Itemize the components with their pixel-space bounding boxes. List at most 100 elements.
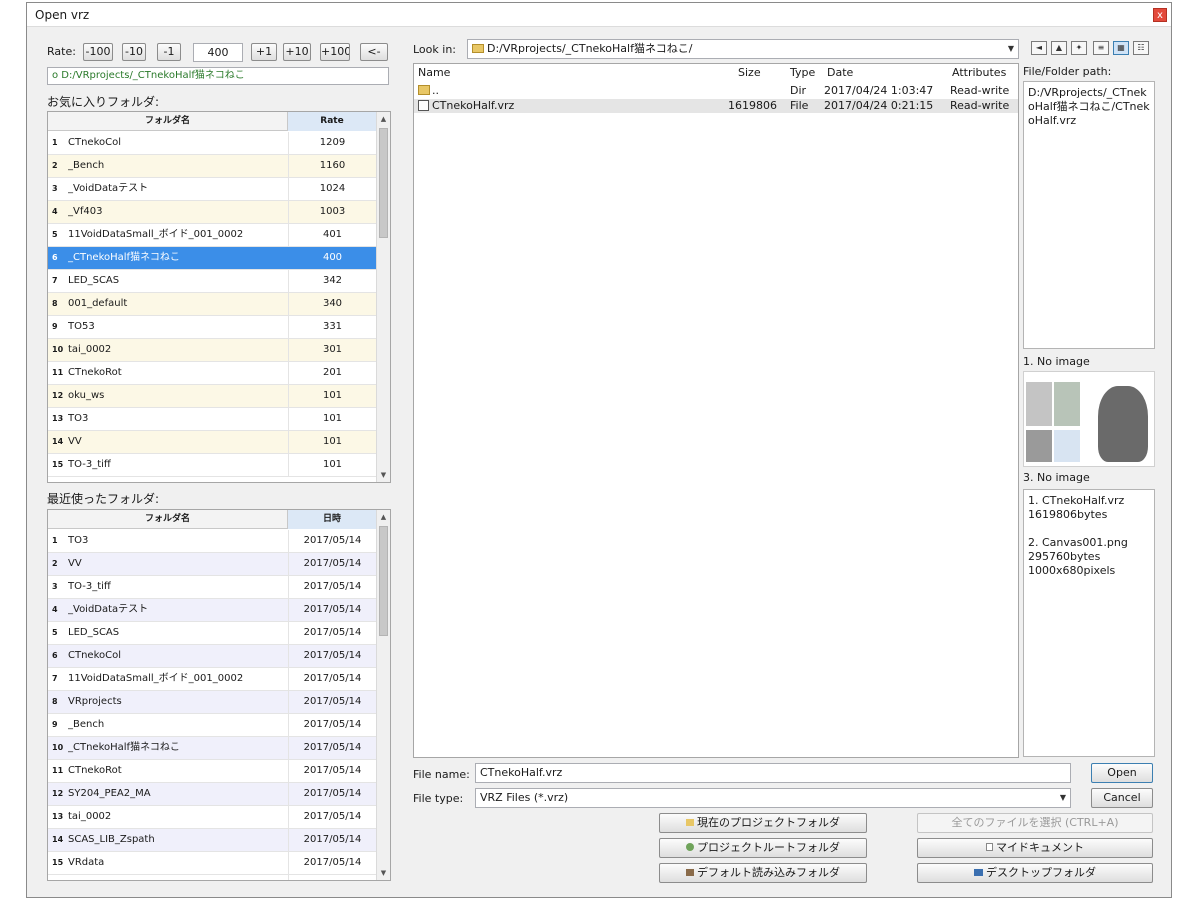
select-all-files-button[interactable]: 全てのファイルを選択 (CTRL+A) [917,813,1153,833]
rate-value-input[interactable]: 400 [193,43,243,62]
recent-row[interactable]: 15 VRdata 2017/05/14 16:02 [48,852,376,880]
favorites-row-index: 10 [52,345,64,354]
favorites-row[interactable]: 10 tai_0002 301 [48,339,376,362]
scroll-thumb[interactable] [379,128,388,238]
favorites-row[interactable]: 3 _VoidDataテスト 1024 [48,178,376,201]
file-icon [418,100,429,111]
favorites-row[interactable]: 7 LED_SCAS 342 [48,270,376,293]
recent-row-index: 4 [52,605,58,614]
filetype-select[interactable]: VRZ Files (*.vrz) ▼ [475,788,1071,808]
favorites-row-value: 101 [288,385,376,407]
books-icon [686,869,694,876]
col-date[interactable]: Date [827,66,853,79]
chevron-down-icon[interactable]: ▼ [1008,40,1014,58]
back-icon[interactable]: ◄ [1031,41,1047,55]
close-icon[interactable]: x [1153,8,1167,22]
recent-row[interactable]: 11CTnekoRot2017/05/14 16:28 [48,760,376,804]
button-label: デフォルト読み込みフォルダ [697,866,840,879]
file-info-line: 1000x680pixels [1028,564,1116,577]
favorites-row-index: 7 [52,276,58,285]
col-attributes[interactable]: Attributes [952,66,1006,79]
cancel-button[interactable]: Cancel [1091,788,1153,808]
favorites-row[interactable]: 14 VV 101 [48,431,376,454]
recent-row[interactable]: 4_VoidDataテスト2017/05/14 23:51 [48,599,376,643]
rate-plus-100-button[interactable]: +100 [320,43,350,61]
favorites-row[interactable]: 13 TO3 101 [48,408,376,431]
favorites-row[interactable]: 12 oku_ws 101 [48,385,376,408]
favorites-scrollbar[interactable]: ▲ ▼ [376,112,390,482]
favorites-row-value: 401 [288,224,376,246]
recent-row-name: CTnekoRot [68,765,122,776]
recent-col-name[interactable]: フォルダ名 [48,510,288,529]
open-button[interactable]: Open [1091,763,1153,783]
rate-minus-10-button[interactable]: -10 [122,43,146,61]
scroll-down-icon[interactable]: ▼ [377,468,390,482]
favorites-row-index: 9 [52,322,58,331]
recent-row[interactable]: 10_CTnekoHalf猫ネコねこ2017/05/14 16:59 [48,737,376,781]
file-row-parent[interactable]: .. Dir 2017/04/24 1:03:47 Read-write [414,84,1018,98]
favorites-row-index: 14 [52,437,64,446]
rate-back-button[interactable]: <- [360,43,388,61]
favorites-col-name[interactable]: フォルダ名 [48,112,288,131]
favorites-row[interactable]: 8 001_default 340 [48,293,376,316]
new-folder-icon[interactable]: ✦ [1071,41,1087,55]
favorites-row[interactable]: 4 _Vf403 1003 [48,201,376,224]
current-project-folder-button[interactable]: 現在のプロジェクトフォルダ [659,813,867,833]
recent-row[interactable]: 6CTnekoCol2017/05/14 23:50 [48,645,376,689]
scroll-thumb[interactable] [379,526,388,636]
favorites-row[interactable]: 5 11VoidDataSmall_ボイド_001_0002 401 [48,224,376,247]
favorites-row[interactable]: 6 _CTnekoHalf猫ネコねこ 400 [48,247,376,270]
recent-col-date[interactable]: 日時 [288,510,376,529]
project-root-folder-button[interactable]: プロジェクトルートフォルダ [659,838,867,858]
recent-row[interactable]: 12SY204_PEA2_MA2017/05/14 16:18 [48,783,376,827]
recent-scrollbar[interactable]: ▲ ▼ [376,510,390,880]
recent-row-name: TO-3_tiff [68,581,111,592]
recent-row[interactable]: 14SCAS_LIB_Zspath2017/05/14 16:03 [48,829,376,873]
favorites-row[interactable]: 11 CTnekoRot 201 [48,362,376,385]
recent-row[interactable]: 3TO-3_tiff2017/05/14 23:53 [48,576,376,620]
favorites-row[interactable]: 9 TO53 331 [48,316,376,339]
file-info-line: 2. Canvas001.png [1028,536,1128,549]
my-documents-button[interactable]: マイドキュメント [917,838,1153,858]
recent-row[interactable]: 5LED_SCAS2017/05/14 23:50 [48,622,376,666]
up-folder-icon[interactable]: ▲ [1051,41,1067,55]
folder-icon [472,44,484,53]
favorites-row-index: 5 [52,230,58,239]
favorites-row-value: 101 [288,454,376,476]
lookin-dropdown[interactable]: D:/VRprojects/_CTnekoHalf猫ネコねこ/ ▼ [467,39,1019,59]
chevron-down-icon[interactable]: ▼ [1060,789,1066,807]
rate-minus-1-button[interactable]: -1 [157,43,181,61]
scroll-up-icon[interactable]: ▲ [377,112,390,126]
favorites-row-index: 11 [52,368,64,377]
desktop-folder-button[interactable]: デスクトップフォルダ [917,863,1153,883]
recent-row-index: 10 [52,743,64,752]
recent-row[interactable]: 8VRprojects2017/05/14 17:38 [48,691,376,735]
scroll-down-icon[interactable]: ▼ [377,866,390,880]
rate-plus-1-button[interactable]: +1 [251,43,277,61]
default-load-folder-button[interactable]: デフォルト読み込みフォルダ [659,863,867,883]
recent-header: フォルダ名 日時 [48,510,376,529]
col-size[interactable]: Size [738,66,761,79]
list-view-icon[interactable]: ≡ [1093,41,1109,55]
file-row-selected[interactable]: CTnekoHalf.vrz 1619806 File 2017/04/24 0… [414,99,1018,113]
favorites-row[interactable]: 2 _Bench 1160 [48,155,376,178]
col-name[interactable]: Name [418,66,450,79]
favorites-col-rate[interactable]: Rate [288,112,376,131]
favorites-row[interactable]: 15 TO-3_tiff 101 [48,454,376,477]
button-label: マイドキュメント [996,841,1084,854]
detail-view-icon[interactable]: ▦ [1113,41,1129,55]
favorites-row[interactable]: 1 CTnekoCol 1209 [48,132,376,155]
preview-toggle-icon[interactable]: ☷ [1133,41,1149,55]
favorites-row-name: TO3 [68,413,89,424]
rate-minus-100-button[interactable]: -100 [83,43,113,61]
recent-row[interactable]: 9_Bench2017/05/14 17:34 [48,714,376,758]
recent-row[interactable]: 1TO32017/05/14 23:53 [48,530,376,574]
recent-row[interactable]: 13tai_00022017/05/14 16:15 [48,806,376,850]
scroll-up-icon[interactable]: ▲ [377,510,390,524]
filename-input[interactable]: CTnekoHalf.vrz [475,763,1071,783]
col-type[interactable]: Type [790,66,815,79]
rate-plus-10-button[interactable]: +10 [283,43,311,61]
recent-row-index: 1 [52,536,58,545]
recent-row[interactable]: 7 11VoidDataSmall_ボイド_001_0002 2017/05/14 … [48,668,376,712]
recent-row[interactable]: 2VV2017/05/14 23:53 [48,553,376,597]
